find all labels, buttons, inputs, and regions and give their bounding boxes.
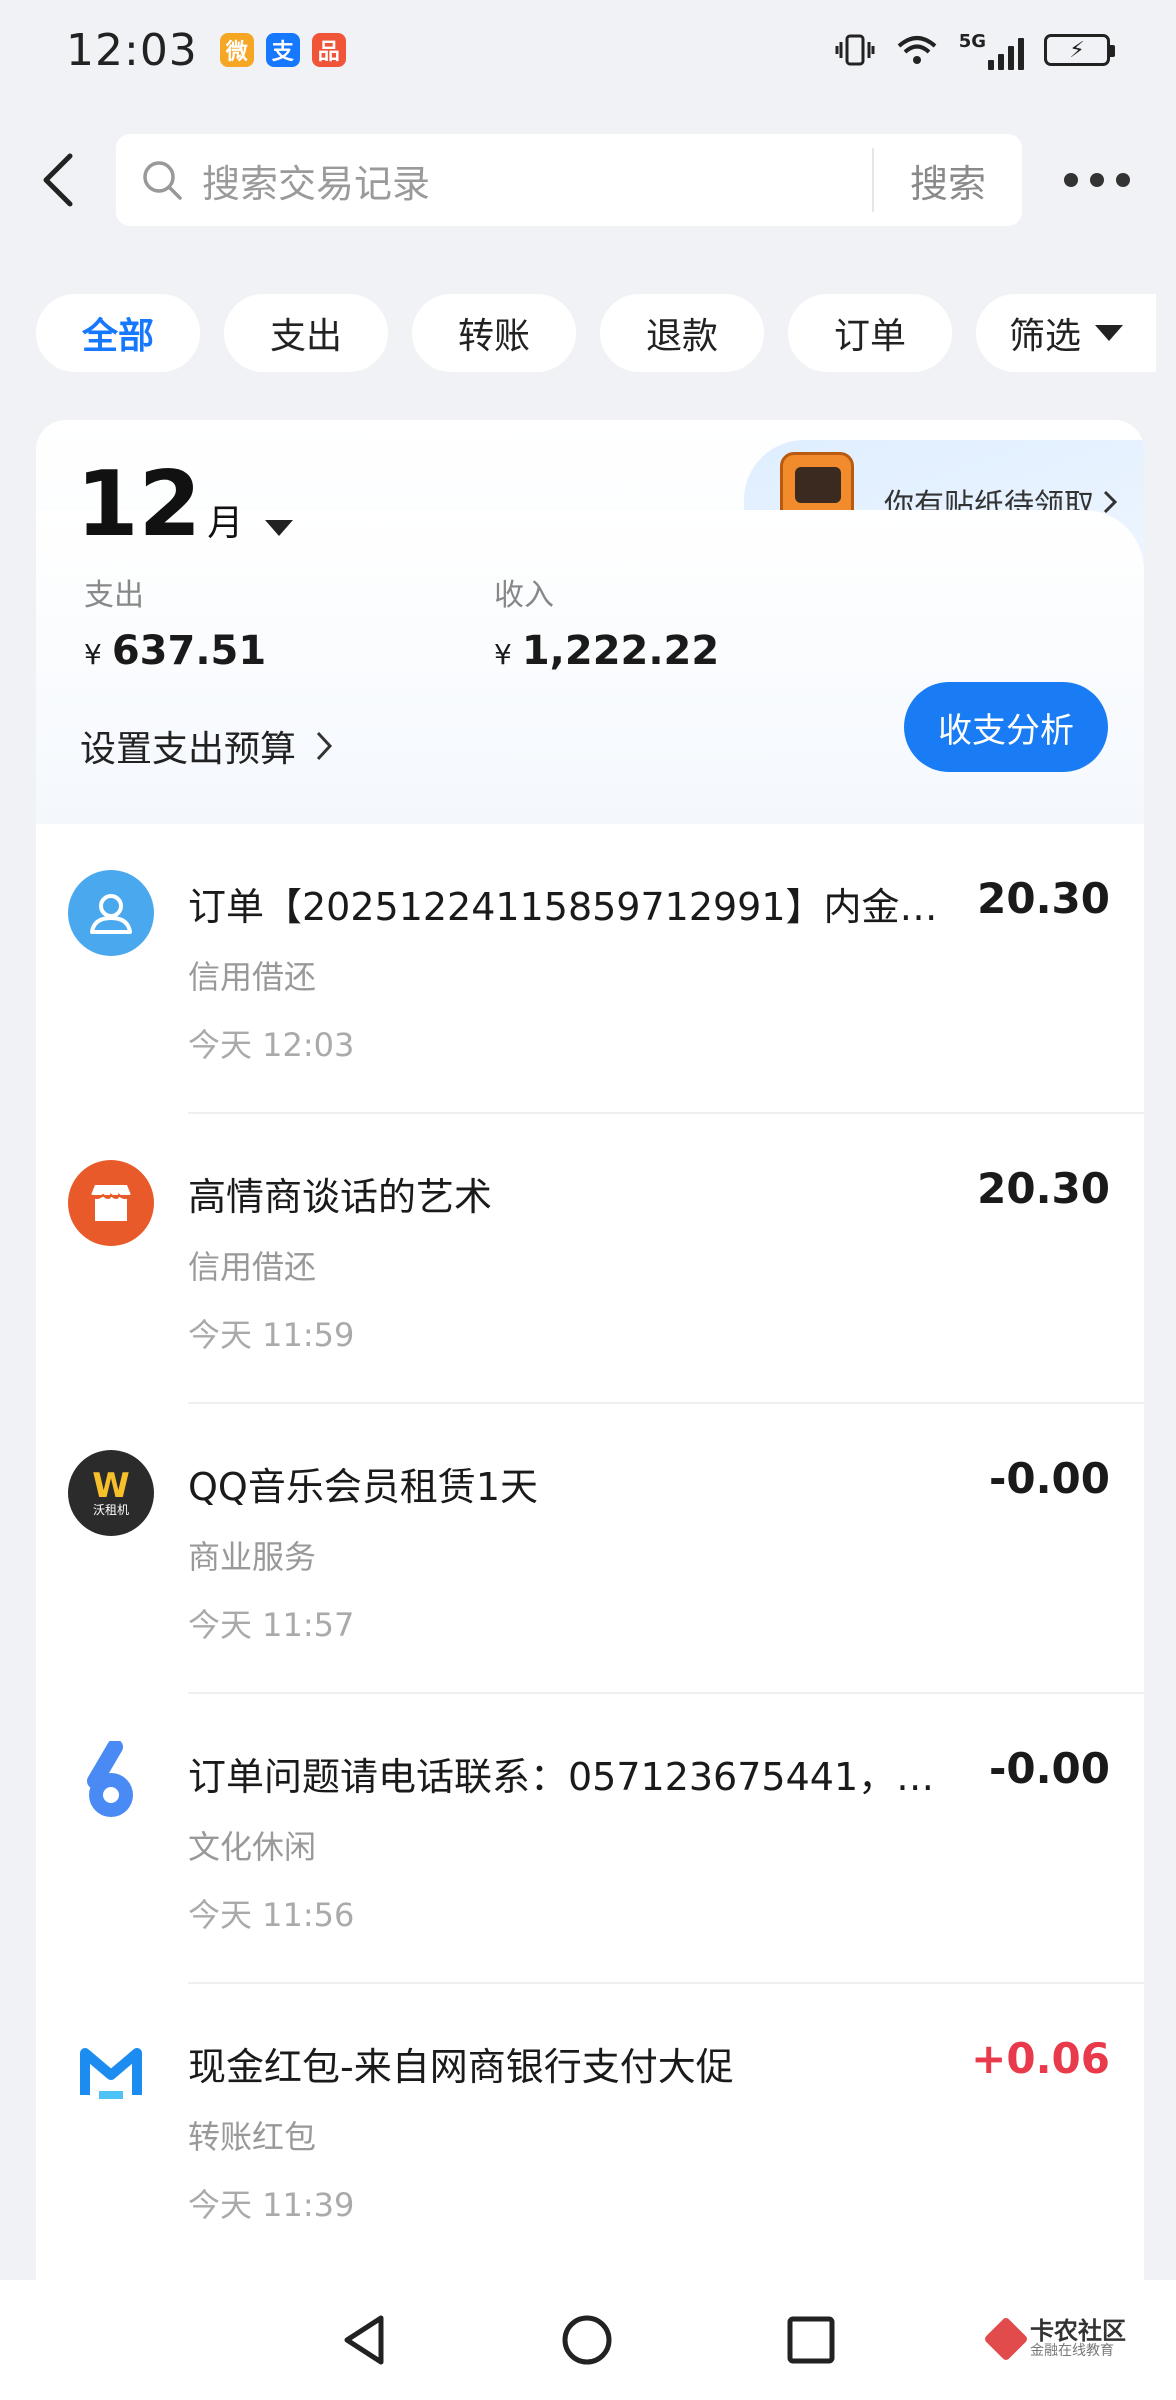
transaction-title: 订单问题请电话联系：057123675441，工... [188, 1755, 948, 1799]
transaction-amount: 20.30 [977, 1164, 1110, 1213]
transaction-time: 今天 11:56 [188, 1896, 355, 1934]
monthly-summary: 你有贴纸待领取 12 月 支出 ¥637.51 收入 ¥1,222.22 设置支… [36, 420, 1144, 824]
wozuji-logo-text: 沃租机 [92, 1502, 129, 1517]
currency-symbol: ¥ [494, 638, 512, 671]
filter-tab-refund[interactable]: 退款 [600, 294, 764, 372]
watermark-subtitle: 金融在线教育 [1030, 2343, 1114, 2360]
chevron-right-icon [1103, 490, 1118, 514]
expense-label: 支出 [84, 578, 144, 613]
search-icon [143, 161, 182, 200]
nav-back-icon[interactable] [339, 2312, 389, 2368]
signal-icon [988, 36, 1024, 70]
transaction-time: 今天 11:39 [188, 2186, 355, 2224]
filter-tab-expense[interactable]: 支出 [224, 294, 388, 372]
filter-tab-transfer[interactable]: 转账 [412, 294, 576, 372]
transaction-amount: -0.00 [988, 1454, 1110, 1503]
alipay-icon: 支 [265, 33, 300, 67]
search-button[interactable]: 搜索 [874, 153, 1022, 208]
weibo-icon: 微 [219, 33, 254, 67]
status-app-icons: 微 支 品 [219, 33, 346, 67]
transaction-row[interactable]: W 沃租机 QQ音乐会员租赁1天 -0.00 商业服务 今天 11:57 [36, 1404, 1144, 1694]
expense-stat: 支出 ¥637.51 [84, 570, 266, 674]
network-type: 5G [958, 30, 986, 52]
chevron-right-icon [316, 731, 333, 761]
transaction-title: 高情商谈话的艺术 [188, 1175, 493, 1219]
filter-label: 筛选 [1008, 316, 1081, 357]
month-unit: 月 [207, 503, 244, 544]
transaction-title: 现金红包-来自网商银行支付大促 [188, 2045, 734, 2089]
set-budget-link[interactable]: 设置支出预算 [80, 720, 334, 772]
filter-tab-all[interactable]: 全部 [36, 294, 200, 372]
month-dropdown-icon [265, 520, 294, 536]
transaction-time: 今天 11:57 [188, 1606, 355, 1644]
search-input[interactable]: 搜索交易记录 搜索 [116, 134, 1022, 226]
search-placeholder: 搜索交易记录 [202, 161, 431, 206]
search-header: 搜索交易记录 搜索 [0, 132, 1176, 228]
month-number: 12 [76, 452, 202, 557]
back-arrow-icon [43, 153, 73, 207]
watermark-title: 卡农社区 [1030, 2317, 1126, 2345]
transaction-row[interactable]: 订单问题请电话联系：057123675441，工... -0.00 文化休闲 今… [36, 1694, 1144, 1984]
expense-value: 637.51 [111, 628, 267, 674]
kanong-logo-icon [983, 2316, 1029, 2362]
user-avatar-icon [68, 870, 154, 956]
transaction-title: 订单【20251224115859712991】内金额已经... [188, 885, 948, 929]
nav-recents-icon[interactable] [785, 2314, 837, 2366]
nav-home-icon[interactable] [559, 2312, 615, 2368]
wifi-icon [897, 36, 937, 64]
income-label: 收入 [494, 578, 554, 613]
month-selector[interactable]: 12 月 [76, 452, 294, 557]
filter-tabs: 全部 支出 转账 退款 订单 筛选 [36, 294, 1176, 372]
transaction-category: 转账红包 [188, 2118, 317, 2156]
store-icon [68, 1160, 154, 1246]
transaction-time: 今天 11:59 [188, 1316, 355, 1354]
currency-symbol: ¥ [84, 638, 102, 671]
transaction-category: 商业服务 [188, 1538, 317, 1576]
transaction-title: QQ音乐会员租赁1天 [188, 1465, 538, 1509]
filter-dropdown-button[interactable]: 筛选 [976, 294, 1156, 372]
transaction-category: 文化休闲 [188, 1828, 317, 1866]
income-stat: 收入 ¥1,222.22 [494, 570, 719, 674]
transaction-category: 信用借还 [188, 1248, 317, 1286]
transaction-time: 今天 12:03 [188, 1026, 355, 1064]
income-value: 1,222.22 [521, 628, 720, 674]
watermark: 卡农社区 金融在线教育 [983, 2316, 1126, 2362]
transaction-row[interactable]: 现金红包-来自网商银行支付大促 +0.06 转账红包 今天 11:39 [36, 1984, 1144, 2274]
transaction-amount: +0.06 [971, 2034, 1110, 2083]
dropdown-arrow-icon [1095, 325, 1123, 341]
shopping-app-icon: 品 [311, 33, 346, 67]
transaction-card: 你有贴纸待领取 12 月 支出 ¥637.51 收入 ¥1,222.22 设置支… [36, 420, 1144, 2320]
six-logo-icon [68, 1740, 154, 1826]
wozuji-logo-icon: W 沃租机 [68, 1450, 154, 1536]
transaction-category: 信用借还 [188, 958, 317, 996]
filter-tab-order[interactable]: 订单 [788, 294, 952, 372]
budget-label: 设置支出预算 [80, 729, 297, 770]
transaction-row[interactable]: 高情商谈话的艺术 20.30 信用借还 今天 11:59 [36, 1114, 1144, 1404]
transaction-amount: 20.30 [977, 874, 1110, 923]
status-time: 12:03 [66, 24, 198, 76]
vibrate-icon [835, 34, 875, 66]
transaction-row[interactable]: 订单【20251224115859712991】内金额已经... 20.30 信… [36, 824, 1144, 1114]
income-expense-analysis-button[interactable]: 收支分析 [904, 682, 1108, 772]
transaction-amount: -0.00 [988, 1744, 1110, 1793]
more-options-button[interactable] [1022, 132, 1172, 228]
back-button[interactable] [0, 132, 116, 228]
status-bar: 12:03 微 支 品 5G ⚡ [0, 0, 1176, 100]
battery-icon: ⚡ [1044, 34, 1115, 66]
mybank-logo-icon [68, 2030, 154, 2116]
